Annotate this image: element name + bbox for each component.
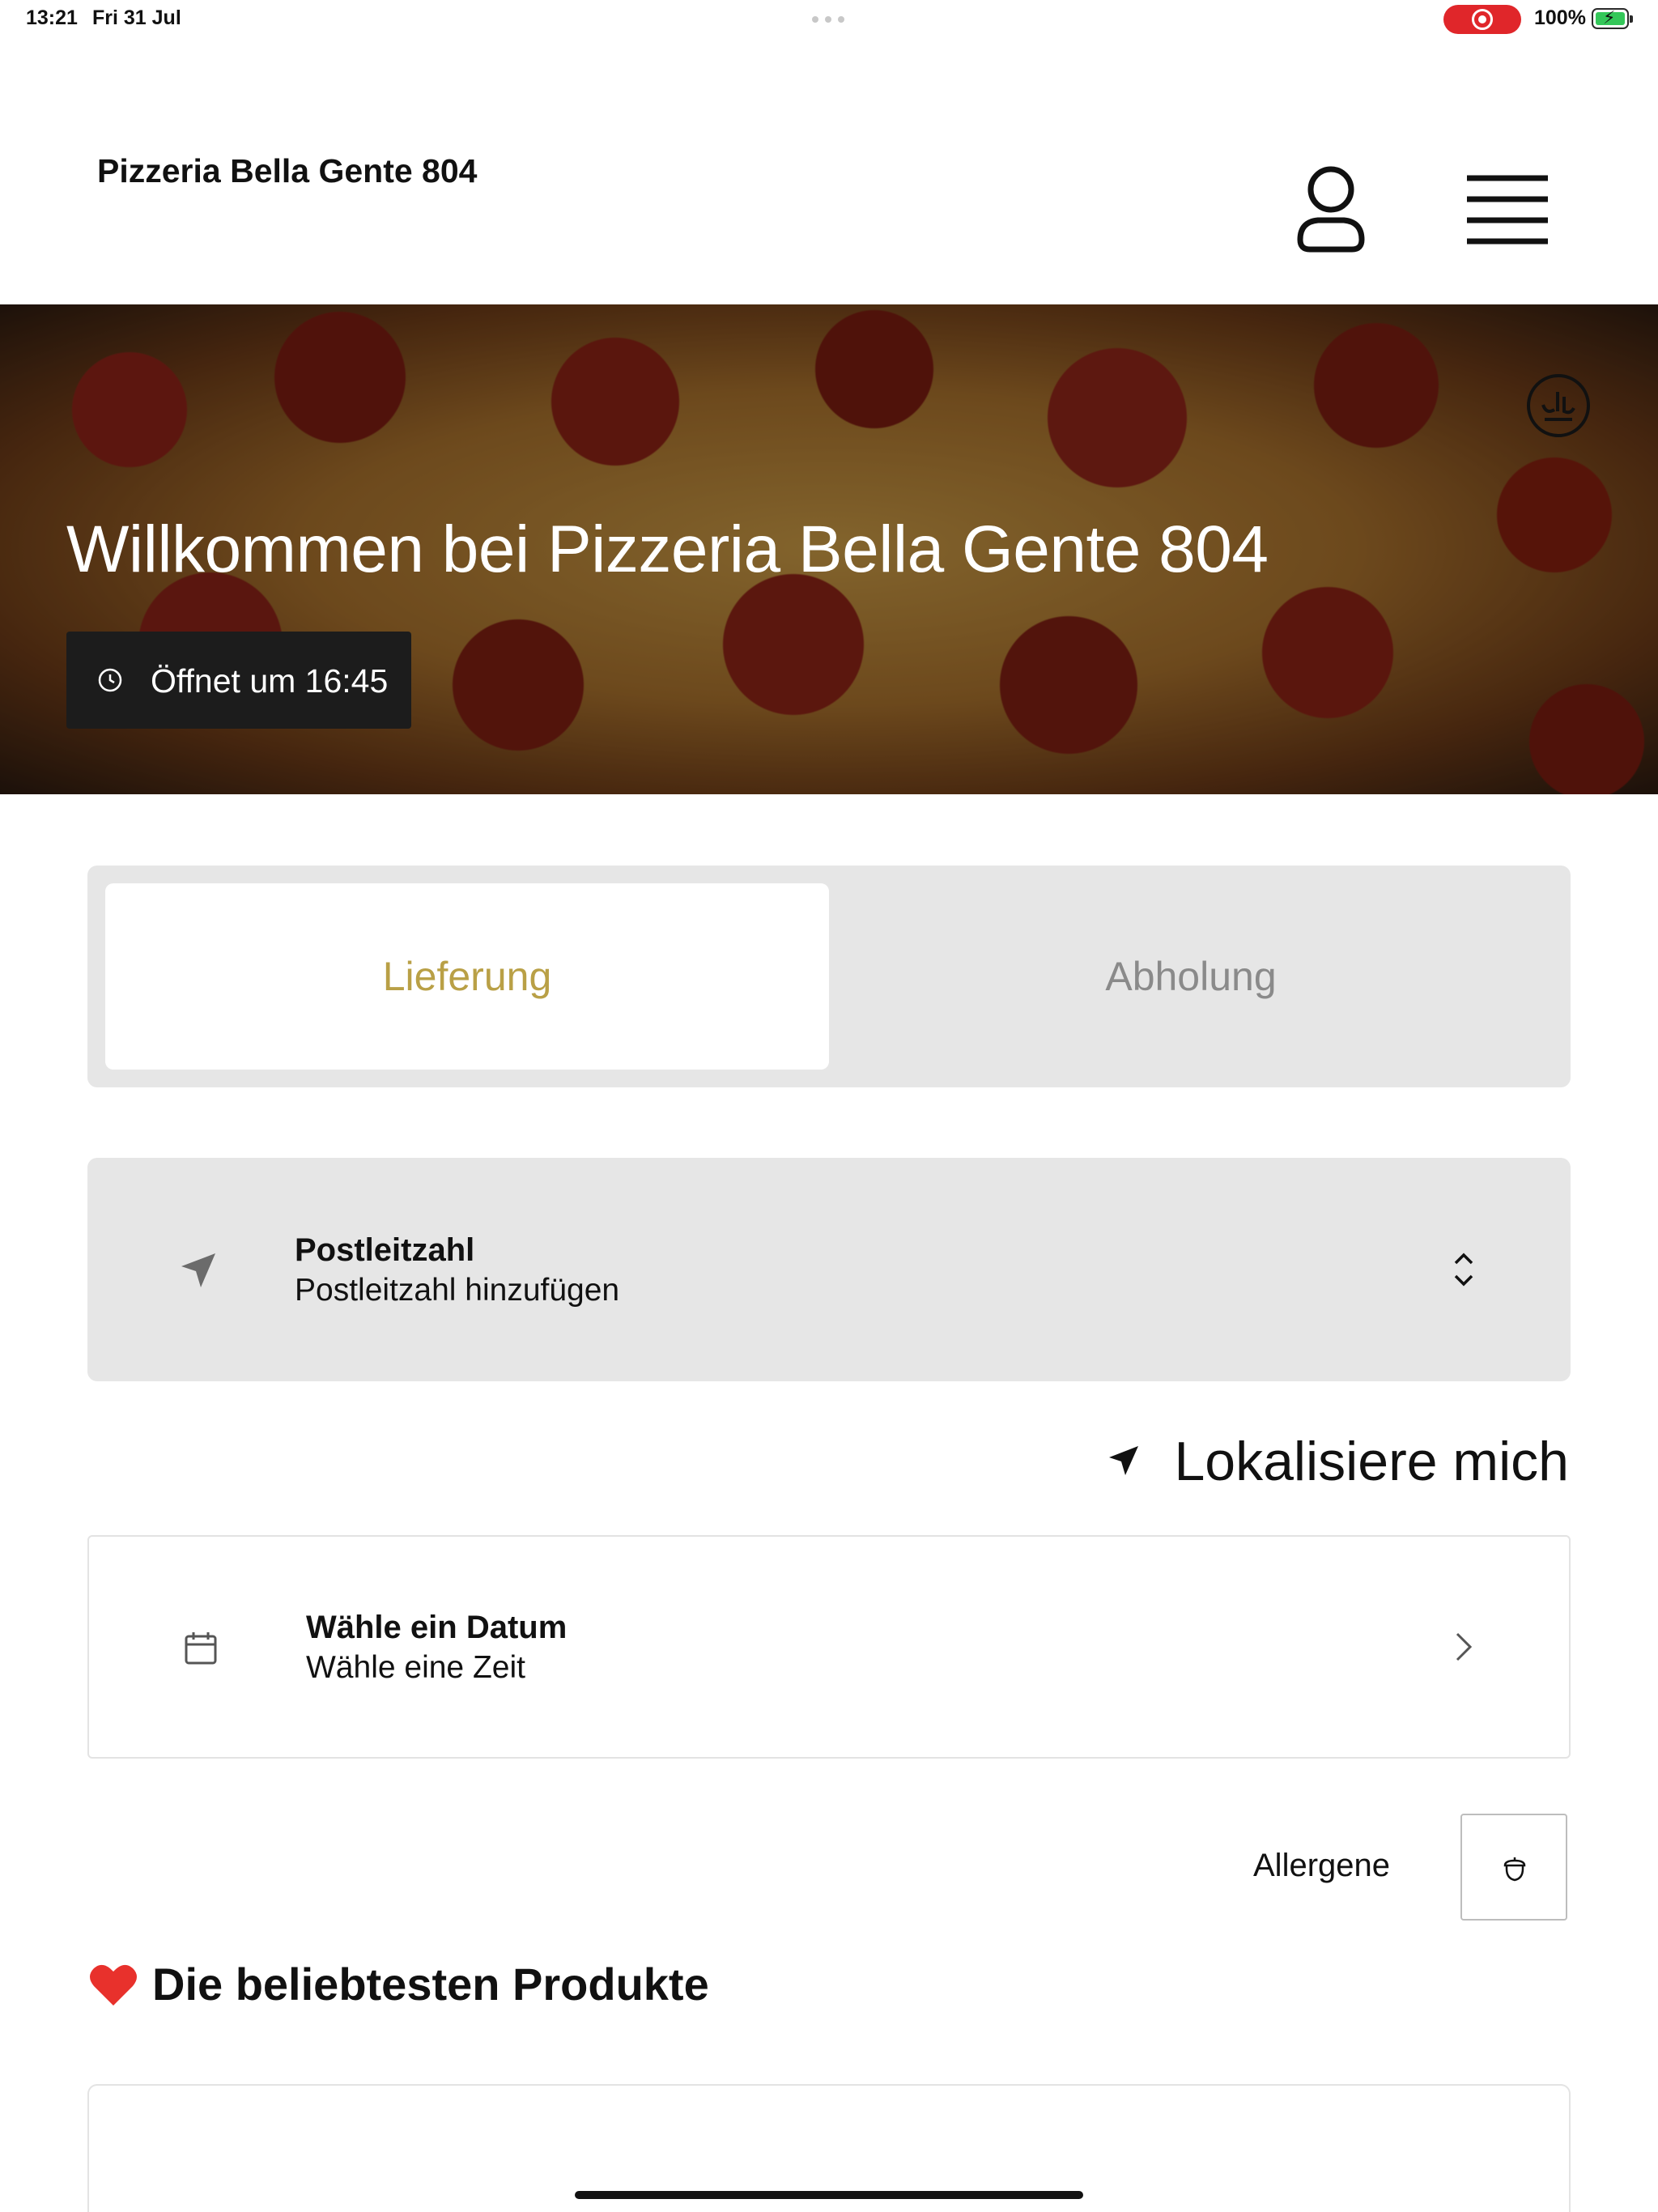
- opening-hours-badge: Öffnet um 16:45: [66, 632, 411, 729]
- hero-banner: Willkommen bei Pizzeria Bella Gente 804 …: [0, 304, 1658, 794]
- status-time: 13:21: [26, 6, 78, 29]
- clock-icon: [98, 668, 122, 692]
- postal-code-selector[interactable]: Postleitzahl Postleitzahl hinzufügen: [87, 1158, 1571, 1381]
- heart-icon: [90, 1964, 137, 2006]
- time-picker-subtitle: Wähle eine Zeit: [306, 1650, 525, 1685]
- tab-pickup[interactable]: Abholung: [829, 883, 1553, 1070]
- order-mode-toggle: Lieferung Abholung: [87, 866, 1571, 1087]
- allergens-filter-button[interactable]: [1460, 1814, 1567, 1921]
- battery-percent: 100%: [1534, 6, 1586, 29]
- status-bar: 13:21 Fri 31 Jul 100% ⚡: [0, 0, 1658, 39]
- status-date: Fri 31 Jul: [92, 6, 181, 29]
- date-picker-title: Wähle ein Datum: [306, 1610, 568, 1645]
- chevron-up-down-icon: [1454, 1253, 1473, 1287]
- chevron-right-icon: [1456, 1632, 1473, 1661]
- hero-title: Willkommen bei Pizzeria Bella Gente 804: [66, 513, 1269, 586]
- brand-name[interactable]: Pizzeria Bella Gente 804: [97, 152, 477, 190]
- popular-products-title: Die beliebtesten Produkte: [152, 1959, 709, 2010]
- calendar-icon: [185, 1632, 217, 1665]
- postal-code-placeholder: Postleitzahl hinzufügen: [295, 1273, 620, 1308]
- location-arrow-icon: [181, 1253, 215, 1287]
- date-time-picker[interactable]: Wähle ein Datum Wähle eine Zeit: [87, 1535, 1571, 1759]
- user-icon[interactable]: [1295, 165, 1367, 254]
- battery-icon: ⚡: [1592, 7, 1633, 29]
- app-header: Pizzeria Bella Gente 804: [0, 39, 1658, 304]
- acorn-icon: [1503, 1857, 1526, 1882]
- tab-delivery[interactable]: Lieferung: [105, 883, 829, 1070]
- allergens-label: Allergene: [1253, 1848, 1391, 1883]
- app-screen: 13:21 Fri 31 Jul 100% ⚡ Pizzeria Bella G…: [0, 0, 1658, 2212]
- opening-hours-text: Öffnet um 16:45: [151, 662, 389, 700]
- halal-icon: [1527, 374, 1590, 437]
- home-indicator[interactable]: [575, 2191, 1083, 2199]
- multitasking-dots-icon[interactable]: [812, 16, 844, 23]
- locate-me-button[interactable]: Lokalisiere mich: [1107, 1428, 1571, 1493]
- hamburger-menu-icon[interactable]: [1467, 175, 1548, 245]
- postal-code-title: Postleitzahl: [295, 1232, 475, 1268]
- screen-recording-icon[interactable]: [1443, 5, 1521, 34]
- popular-products-heading: Die beliebtesten Produkte: [89, 1958, 709, 2010]
- locate-me-label: Lokalisiere mich: [1174, 1431, 1569, 1492]
- location-arrow-icon: [1109, 1446, 1138, 1475]
